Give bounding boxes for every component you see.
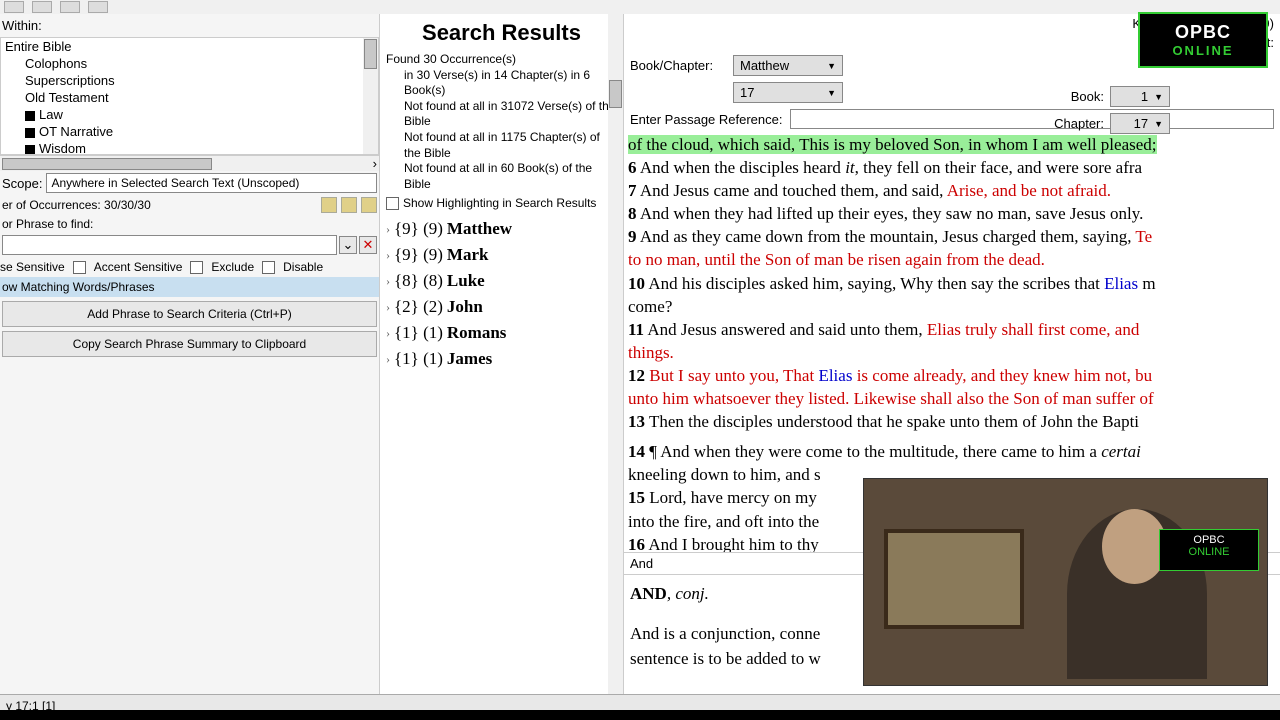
book-label: Book: — [1071, 89, 1104, 104]
scope-item[interactable]: Colophons — [1, 55, 378, 72]
reference-input[interactable] — [790, 109, 1274, 129]
tool-icon[interactable] — [341, 197, 357, 213]
webcam-overlay: OPBCONLINE — [863, 478, 1268, 686]
within-label: Within: — [0, 14, 379, 37]
tree-node[interactable]: › {9} (9) Mark — [386, 242, 617, 268]
scope-item[interactable]: Law — [1, 106, 378, 123]
scope-combo[interactable]: Anywhere in Selected Search Text (Unscop… — [46, 173, 377, 193]
book-combo[interactable]: Matthew▼ — [733, 55, 843, 76]
dropdown-icon[interactable]: ⌄ — [339, 236, 357, 254]
results-panel: Search Results Found 30 Occurrence(s) in… — [380, 14, 624, 694]
scope-item[interactable]: Superscriptions — [1, 72, 378, 89]
vertical-scrollbar[interactable] — [608, 14, 623, 694]
toolbar-button[interactable] — [88, 1, 108, 13]
accent-checkbox[interactable] — [73, 261, 86, 274]
not-found-line: Not found at all in 60 Book(s) of the Bi… — [386, 161, 617, 192]
toolbar-button[interactable] — [32, 1, 52, 13]
tree-node[interactable]: › {1} (1) Romans — [386, 320, 617, 346]
accent-label: Accent Sensitive — [94, 260, 183, 274]
chevron-down-icon: ▼ — [1154, 119, 1163, 129]
tree-node[interactable]: › {9} (9) Matthew — [386, 216, 617, 242]
book-chapter-label: Book/Chapter: — [630, 58, 725, 73]
copy-summary-button[interactable]: Copy Search Phrase Summary to Clipboard — [2, 331, 377, 357]
scope-item[interactable]: Old Testament — [1, 89, 378, 106]
tree-node[interactable]: › {2} (2) John — [386, 294, 617, 320]
results-tree: › {9} (9) Matthew › {9} (9) Mark › {8} (… — [380, 214, 623, 374]
tree-node[interactable]: › {1} (1) James — [386, 346, 617, 372]
case-sensitive-label: se Sensitive — [0, 260, 65, 274]
chevron-down-icon: ▼ — [827, 88, 836, 98]
highlight-checkbox[interactable] — [386, 197, 399, 210]
checkbox-icon[interactable] — [25, 128, 35, 138]
reference-label: Enter Passage Reference: — [630, 112, 782, 127]
in-verses-line: in 30 Verse(s) in 14 Chapter(s) in 6 Boo… — [386, 68, 617, 99]
expand-icon[interactable]: › — [386, 326, 390, 341]
not-found-line: Not found at all in 1175 Chapter(s) of t… — [386, 130, 617, 161]
chapter-label: Chapter: — [1054, 116, 1104, 131]
expand-icon[interactable]: › — [386, 222, 390, 237]
scope-list[interactable]: Entire Bible Colophons Superscriptions O… — [0, 37, 379, 155]
expand-icon[interactable]: › — [386, 352, 390, 367]
highlight-label: Show Highlighting in Search Results — [403, 196, 596, 210]
find-input[interactable] — [2, 235, 337, 255]
bottom-bar — [0, 710, 1280, 720]
not-found-line: Not found at all in 31072 Verse(s) of th… — [386, 99, 617, 130]
search-panel: Within: Entire Bible Colophons Superscri… — [0, 14, 380, 694]
find-label: or Phrase to find: — [0, 215, 379, 233]
exclude-label: Exclude — [211, 260, 254, 274]
scope-item[interactable]: Entire Bible — [1, 38, 378, 55]
scope-item[interactable]: Wisdom — [1, 140, 378, 155]
opbc-logo: OPBC ONLINE — [1138, 12, 1268, 68]
expand-icon[interactable]: › — [386, 248, 390, 263]
opbc-logo-small: OPBCONLINE — [1159, 529, 1259, 571]
top-toolbar — [0, 0, 1280, 14]
checkbox-icon[interactable] — [25, 145, 35, 155]
results-title: Search Results — [380, 14, 623, 52]
disable-label: Disable — [283, 260, 323, 274]
horizontal-scrollbar[interactable]: › — [0, 155, 379, 171]
chevron-down-icon: ▼ — [1154, 92, 1163, 102]
expand-icon[interactable]: › — [386, 300, 390, 315]
vertical-scrollbar[interactable] — [363, 38, 378, 154]
occurrences-label: er of Occurrences: 30/30/30 — [2, 198, 151, 212]
chapter-combo[interactable]: 17▼ — [733, 82, 843, 103]
toolbar-button[interactable] — [60, 1, 80, 13]
chevron-down-icon: ▼ — [827, 61, 836, 71]
toolbar-button[interactable] — [4, 1, 24, 13]
tool-icon[interactable] — [321, 197, 337, 213]
expand-icon[interactable]: › — [386, 274, 390, 289]
scroll-right-icon[interactable]: › — [373, 156, 377, 171]
chapter-num-combo[interactable]: 17▼ — [1110, 113, 1170, 134]
scope-label: Scope: — [2, 176, 42, 191]
exclude-checkbox[interactable] — [190, 261, 203, 274]
scope-item[interactable]: OT Narrative — [1, 123, 378, 140]
add-phrase-button[interactable]: Add Phrase to Search Criteria (Ctrl+P) — [2, 301, 377, 327]
found-line: Found 30 Occurrence(s) — [386, 52, 617, 68]
tool-icon[interactable] — [361, 197, 377, 213]
book-num-combo[interactable]: 1▼ — [1110, 86, 1170, 107]
tree-node[interactable]: › {8} (8) Luke — [386, 268, 617, 294]
highlight-row[interactable]: ow Matching Words/Phrases — [0, 277, 379, 297]
clear-icon[interactable]: ✕ — [359, 236, 377, 254]
checkbox-icon[interactable] — [25, 111, 35, 121]
disable-checkbox[interactable] — [262, 261, 275, 274]
